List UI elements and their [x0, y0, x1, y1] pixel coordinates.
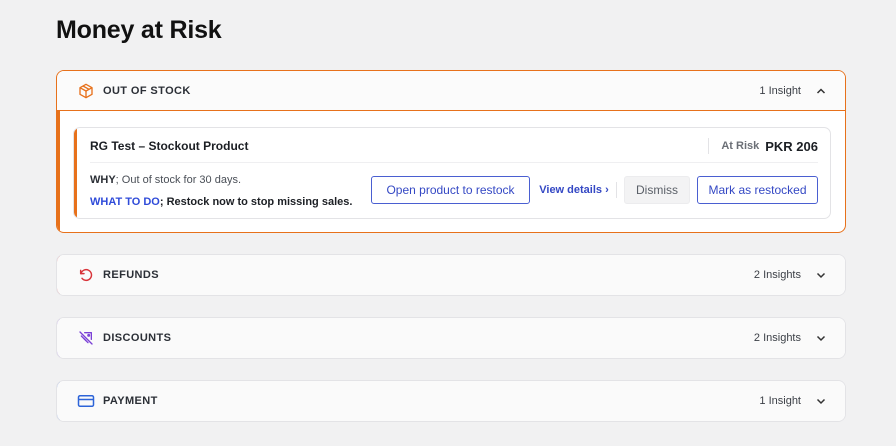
- page-title: Money at Risk: [56, 16, 222, 44]
- mark-restocked-button[interactable]: Mark as restocked: [697, 176, 818, 204]
- insight-count: 1 Insight: [759, 395, 801, 407]
- section-payment: PAYMENT 1 Insight: [56, 380, 846, 422]
- why-label: WHY: [90, 174, 116, 186]
- at-risk-label: At Risk: [721, 140, 760, 152]
- view-details-link[interactable]: View details ›: [536, 176, 612, 204]
- section-header-out-of-stock[interactable]: OUT OF STOCK 1 Insight: [57, 71, 845, 111]
- what-to-do-text: ; Restock now to stop missing sales.: [159, 196, 353, 208]
- section-header-refunds[interactable]: REFUNDS 2 Insights: [57, 255, 845, 295]
- section-discounts: DISCOUNTS 2 Insights: [56, 317, 846, 359]
- insight-count: 1 Insight: [759, 84, 801, 97]
- section-header-discounts[interactable]: DISCOUNTS 2 Insights: [57, 318, 845, 358]
- insight-title: RG Test – Stockout Product: [90, 139, 249, 153]
- dismiss-button[interactable]: Dismiss: [624, 176, 690, 204]
- chevron-up-icon[interactable]: [815, 85, 827, 97]
- at-risk-amount: At Risk PKR 206: [708, 138, 818, 154]
- chevron-down-icon[interactable]: [815, 332, 827, 344]
- divider: [616, 182, 617, 198]
- at-risk-value: PKR 206: [765, 138, 818, 154]
- insight-count: 2 Insights: [753, 269, 801, 281]
- box-icon: [77, 82, 95, 100]
- section-title: PAYMENT: [103, 395, 158, 407]
- insight-count: 2 Insights: [753, 332, 801, 344]
- divider: [90, 162, 818, 163]
- chevron-down-icon[interactable]: [815, 395, 827, 407]
- why-line: WHY; Out of stock for 30 days.: [90, 174, 241, 186]
- section-refunds: REFUNDS 2 Insights: [56, 254, 846, 296]
- why-text: ; Out of stock for 30 days.: [115, 174, 242, 186]
- chevron-down-icon[interactable]: [815, 269, 827, 281]
- tag-slash-icon: [77, 329, 95, 347]
- section-title: OUT OF STOCK: [103, 84, 191, 97]
- open-product-button[interactable]: Open product to restock: [371, 176, 530, 204]
- section-title: REFUNDS: [103, 269, 159, 281]
- what-to-do-label: WHAT TO DO: [90, 196, 160, 208]
- section-header-payment[interactable]: PAYMENT 1 Insight: [57, 381, 845, 421]
- credit-card-icon: [77, 392, 95, 410]
- section-out-of-stock: OUT OF STOCK 1 Insight RG Test – Stockou…: [56, 70, 846, 233]
- undo-icon: [77, 266, 95, 284]
- insight-card: RG Test – Stockout Product At Risk PKR 2…: [73, 127, 831, 219]
- card-accent: [74, 128, 77, 218]
- section-title: DISCOUNTS: [103, 332, 172, 344]
- what-to-do-line: WHAT TO DO; Restock now to stop missing …: [90, 196, 352, 208]
